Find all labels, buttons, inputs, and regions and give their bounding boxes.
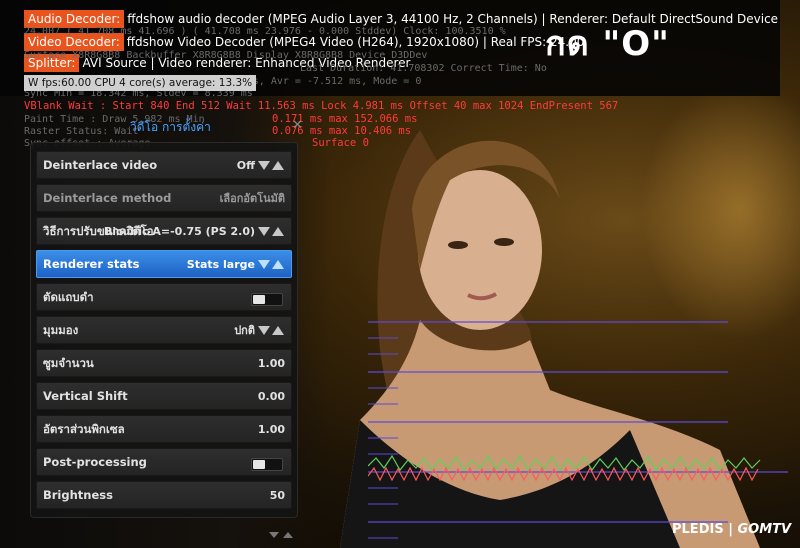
up-down-arrows-icon[interactable] [257, 257, 285, 272]
setting-label: Deinterlace video [43, 158, 158, 172]
watermark-separator: | [728, 522, 733, 537]
setting-pixel-aspect-ratio[interactable]: อัตราส่วนพิกเซล 1.00 [36, 415, 292, 443]
channel-watermark: PLEDIS | GOMTV [672, 522, 791, 537]
setting-deinterlace-method[interactable]: Deinterlace method เลือกอัตโนมัติ [36, 184, 292, 212]
video-settings-panel: Deinterlace video Off Deinterlace method… [30, 142, 298, 518]
setting-label: มุมมอง [43, 323, 79, 337]
stats-surface-value: Surface 0 [312, 137, 369, 149]
fps-cpu-readout: W fps:60.00 CPU 4 core(s) average: 13.3% [24, 75, 257, 91]
up-down-arrows-icon[interactable] [257, 158, 285, 173]
setting-label: Renderer stats [43, 257, 140, 271]
stats-line-3: Last Duration: 41.708302 Correct Time: N… [300, 63, 547, 74]
setting-value: 1.00 [257, 423, 285, 436]
setting-crop-black-bars[interactable]: ตัดแถบดำ [36, 283, 292, 311]
setting-label: Brightness [43, 488, 113, 502]
toggle-switch[interactable] [251, 458, 283, 471]
video-decoder-text: ffdshow Video Decoder (MPEG4 Video (H264… [126, 35, 585, 49]
setting-renderer-stats[interactable]: Renderer stats Stats large [36, 250, 292, 278]
setting-brightness[interactable]: Brightness 50 [36, 481, 292, 509]
stats-vblank: VBlank Wait : Start 840 End 512 Wait 11.… [24, 100, 619, 112]
setting-zoom-amount[interactable]: ซูมจำนวน 1.00 [36, 349, 292, 377]
audio-decoder-text: ffdshow audio decoder (MPEG Audio Layer … [127, 12, 779, 26]
setting-value: Bicubic A=-0.75 (PS 2.0) [103, 225, 255, 238]
renderer-jitter-graph [368, 321, 788, 539]
setting-label: Vertical Shift [43, 389, 128, 403]
setting-value: 0.00 [257, 390, 285, 403]
setting-value: ปกติ [234, 324, 255, 337]
setting-video-scaling[interactable]: วิธีการปรับขนาดวิดีโอ Bicubic A=-0.75 (P… [36, 217, 292, 245]
toggle-knob [253, 460, 265, 469]
setting-value: เลือกอัตโนมัติ [219, 192, 285, 205]
setting-post-processing[interactable]: Post-processing [36, 448, 292, 476]
stats-line-2: Surface X8R8G8B8 Backbuffer X8R8G8B8 Dis… [24, 50, 428, 61]
setting-label: Post-processing [43, 455, 147, 469]
setting-vertical-shift[interactable]: Vertical Shift 0.00 [36, 382, 292, 410]
scroll-arrows-icon[interactable] [268, 528, 294, 542]
setting-label: ตัดแถบดำ [43, 290, 94, 304]
watermark-left: PLEDIS [672, 522, 724, 537]
stats-line-1: 24.007 ( 41.708 ms 41.696 ) ( 41.708 ms … [24, 26, 506, 37]
setting-label: ซูมจำนวน [43, 356, 94, 370]
setting-value: Off [236, 159, 255, 172]
stats-raster-label: Raster Status: Wait [24, 126, 139, 137]
setting-value: 1.00 [257, 357, 285, 370]
setting-label: Deinterlace method [43, 191, 172, 205]
watermark-right: GOMTV [737, 522, 792, 537]
keyboard-hint: กด "O" [545, 24, 670, 64]
setting-value: Stats large [186, 258, 255, 271]
toggle-switch[interactable] [251, 293, 283, 306]
up-down-arrows-icon[interactable] [257, 224, 285, 239]
up-down-arrows-icon[interactable] [257, 323, 285, 338]
menu-title: วิดีโอ การตั้งค่า [130, 120, 211, 134]
close-icon[interactable]: ✕ [292, 118, 303, 133]
setting-deinterlace-video[interactable]: Deinterlace video Off [36, 151, 292, 179]
setting-value: 50 [269, 489, 285, 502]
setting-label: อัตราส่วนพิกเซล [43, 422, 125, 436]
toggle-knob [253, 295, 265, 304]
setting-view-mode[interactable]: มุมมอง ปกติ [36, 316, 292, 344]
